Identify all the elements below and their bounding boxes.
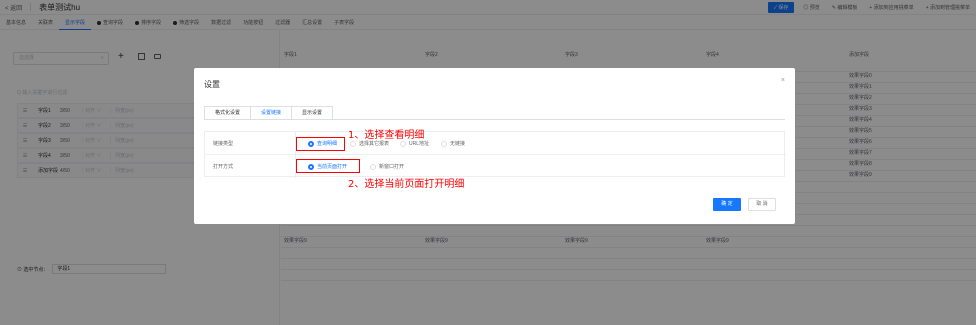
highlight-box-link-type [296, 137, 345, 151]
radio-label: 选择其它报表 [359, 141, 390, 147]
link-type-label: 链接类型 [213, 141, 234, 147]
link-type-row: 链接类型 查询明细 选择其它报表 URL地址 无链接 [205, 132, 786, 155]
tab-underline [204, 119, 785, 120]
radio-icon [350, 140, 356, 147]
open-mode-row: 打开方式 当前页面打开 新窗口打开 [205, 155, 786, 178]
cancel-button[interactable]: 取 消 [748, 198, 776, 211]
radio-option[interactable]: 无链接 [441, 140, 465, 147]
radio-label: URL地址 [409, 141, 430, 147]
confirm-button[interactable]: 确 定 [713, 198, 741, 211]
dialog-tab-0[interactable]: 格式化设置 [204, 106, 252, 120]
radio-option[interactable]: 选择其它报表 [350, 140, 389, 147]
close-icon[interactable]: × [781, 77, 785, 84]
radio-option[interactable]: 新窗口打开 [370, 163, 404, 170]
annotation-step1: 1、选择查看明细 [348, 130, 425, 141]
dialog-tab-2[interactable]: 显示设置 [291, 106, 334, 120]
annotation-step2: 2、选择当前页面打开明细 [348, 179, 465, 190]
dialog-title: 设置 [204, 80, 220, 89]
radio-label: 新窗口打开 [379, 164, 405, 170]
highlight-box-open-mode [296, 159, 360, 173]
radio-option[interactable]: URL地址 [400, 140, 429, 147]
dialog-tab-1[interactable]: 设置链接 [250, 106, 293, 120]
radio-icon [441, 140, 447, 147]
link-settings-table: 链接类型 查询明细 选择其它报表 URL地址 无链接 打开方式 当前页面打开 新窗口打开 [204, 131, 786, 178]
open-mode-label: 打开方式 [213, 164, 234, 170]
radio-icon [400, 140, 406, 147]
settings-dialog: 设置 × 格式化设置 设置链接 显示设置 链接类型 查询明细 选择其它报表 URL地址无… [194, 68, 795, 224]
radio-label: 无链接 [450, 141, 466, 147]
radio-icon [370, 163, 376, 170]
dialog-tabs: 格式化设置 设置链接 显示设置 [204, 106, 334, 120]
